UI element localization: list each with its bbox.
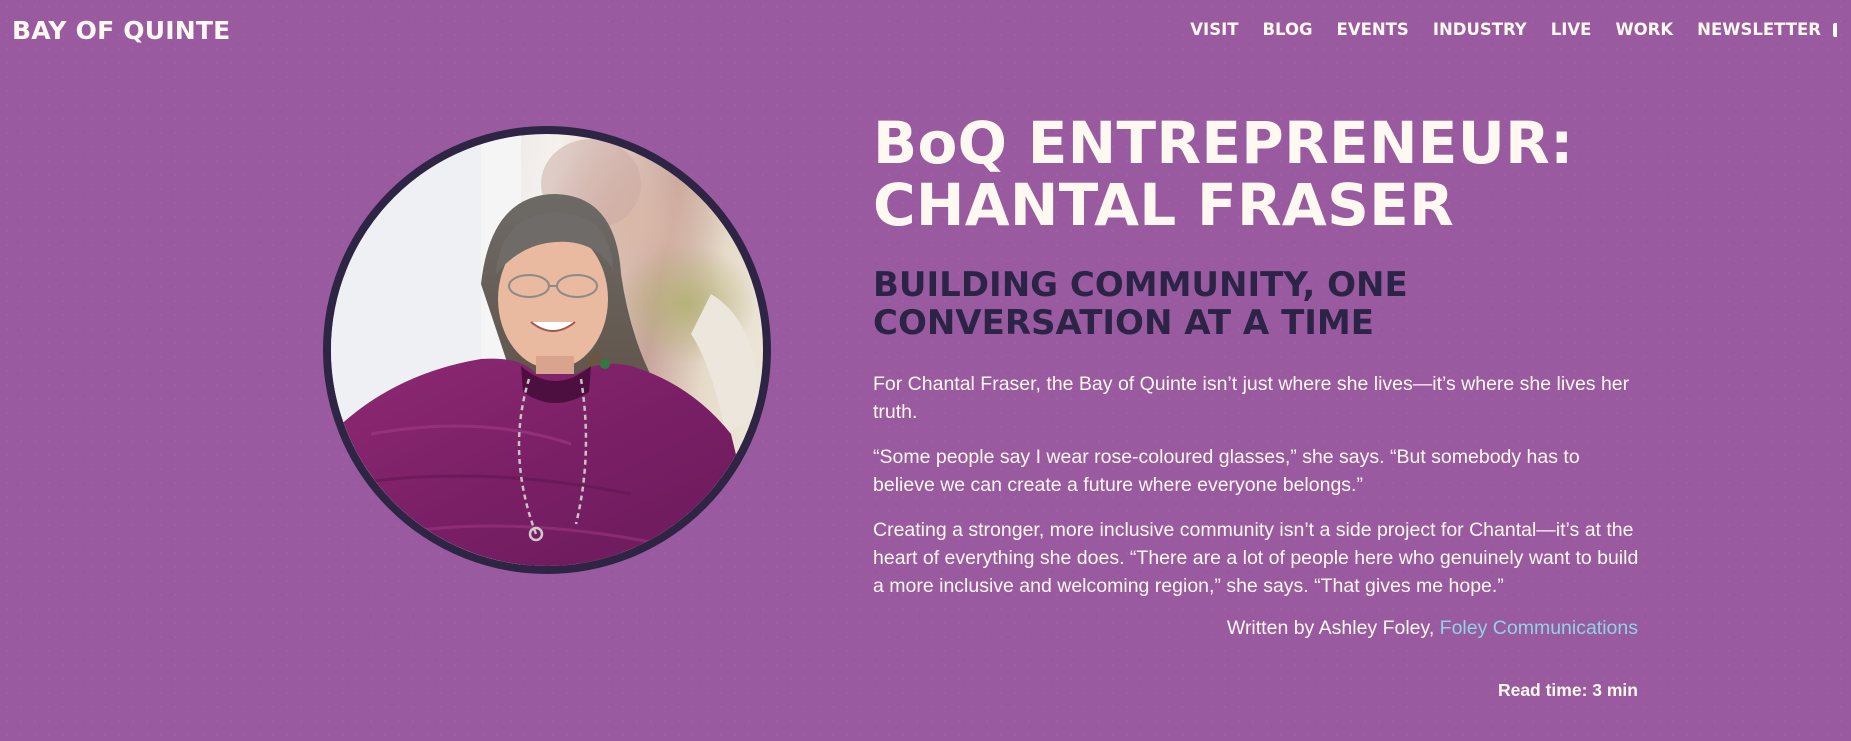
nav-item-live[interactable]: LIVE [1551,20,1592,39]
article-title-line1: BoQ ENTREPRENEUR: [873,109,1574,177]
article-title: BoQ ENTREPRENEUR: CHANTAL FRASER [873,112,1638,236]
article-paragraph: For Chantal Fraser, the Bay of Quinte is… [873,373,1630,423]
nav-item-work[interactable]: WORK [1615,20,1673,39]
nav-item-newsletter[interactable]: NEWSLETTER [1697,20,1821,39]
site-logo[interactable]: BAY OF QUINTE [12,16,230,45]
byline-company-link[interactable]: Foley Communications [1440,617,1638,639]
site-header: BAY OF QUINTE VISIT BLOG EVENTS INDUSTRY… [0,0,1851,62]
article-body: For Chantal Fraser, the Bay of Quinte is… [873,370,1643,600]
article-subtitle-line1: BUILDING COMMUNITY, ONE [873,265,1408,305]
article-title-line2: CHANTAL FRASER [873,171,1455,239]
article-paragraph: Creating a stronger, more inclusive comm… [873,519,1639,597]
nav-item-events[interactable]: EVENTS [1337,20,1409,39]
nav-item-visit[interactable]: VISIT [1190,20,1238,39]
main-nav: VISIT BLOG EVENTS INDUSTRY LIVE WORK NEW… [1190,20,1851,39]
read-time: Read time: 3 min [1497,680,1638,700]
nav-overflow-edge [1833,22,1837,37]
author-portrait [323,126,771,574]
article-intro: BoQ ENTREPRENEUR: CHANTAL FRASER BUILDIN… [873,112,1638,617]
author-byline: Written by Ashley Foley, Foley Communica… [1227,617,1638,640]
portrait-illustration [331,134,763,566]
article-subtitle: BUILDING COMMUNITY, ONE CONVERSATION AT … [873,266,1638,342]
nav-item-industry[interactable]: INDUSTRY [1433,20,1527,39]
byline-prefix: Written by Ashley Foley, [1226,617,1435,639]
article-subtitle-line2: CONVERSATION AT A TIME [873,303,1374,343]
article-paragraph: “Some people say I wear rose-coloured gl… [873,446,1580,496]
nav-item-blog[interactable]: BLOG [1262,20,1312,39]
